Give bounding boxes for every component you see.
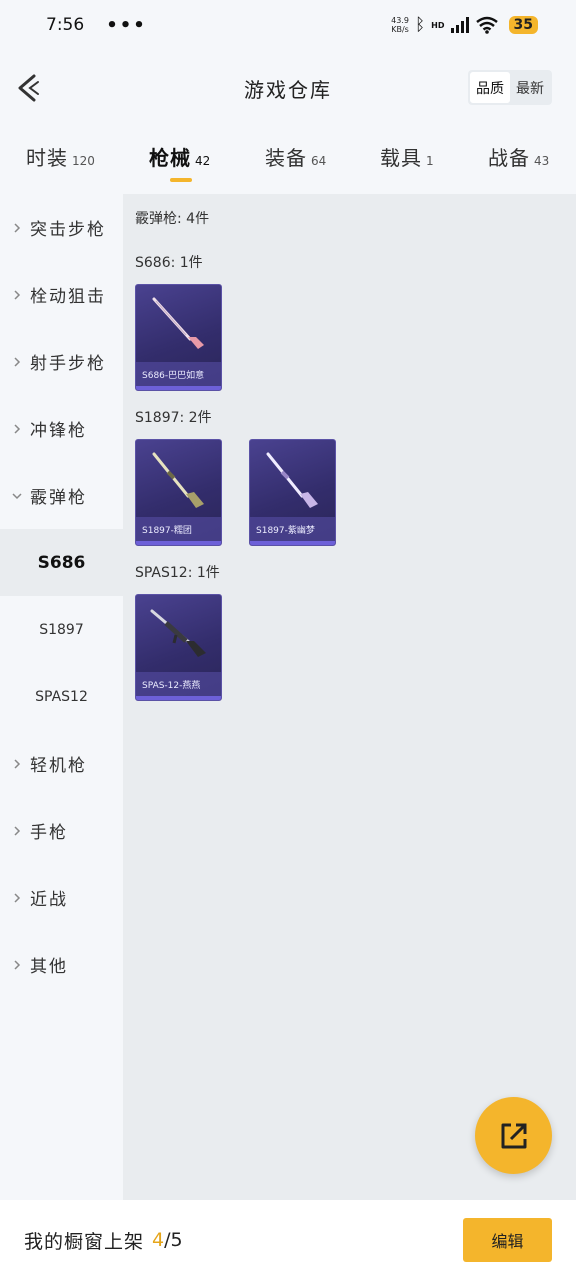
card-row: S1897-糯团 S1897-紫幽梦 — [135, 439, 576, 546]
chevron-right-icon — [14, 959, 21, 970]
sidebar-subitem-spas12[interactable]: SPAS12 — [0, 663, 123, 730]
showcase-count-current: 4 — [152, 1229, 165, 1251]
tab-label: 载具 — [380, 146, 422, 170]
tab-count: 64 — [311, 154, 327, 168]
sort-option-newest[interactable]: 最新 — [510, 72, 550, 103]
notification-dots: ••• — [106, 14, 147, 36]
sidebar-item-label: 栓动狙击 — [30, 287, 106, 307]
item-card-label: S1897-紫幽梦 — [250, 517, 335, 541]
item-card[interactable]: S686-巴巴如意 — [135, 284, 222, 391]
showcase-count: 4/5 — [152, 1229, 183, 1251]
tab-count: 120 — [72, 154, 95, 168]
tab-vehicles[interactable]: 载具 1 — [380, 142, 434, 171]
tab-firearms[interactable]: 枪械 42 — [149, 142, 210, 171]
share-button[interactable] — [475, 1097, 552, 1174]
share-icon — [501, 1123, 526, 1148]
item-card[interactable]: SPAS-12-燕燕 — [135, 594, 222, 701]
shotgun-icon — [150, 609, 206, 657]
sidebar-item-lmg[interactable]: 轻机枪 — [0, 730, 123, 797]
chevron-right-icon — [14, 892, 21, 903]
sidebar-item-shotgun[interactable]: 霰弹枪 — [0, 462, 123, 529]
sidebar-item-assault-rifle[interactable]: 突击步枪 — [0, 194, 123, 261]
item-list: 霰弹枪: 4件 S686: 1件 S686-巴巴如意 S1897: 2件 S18… — [123, 194, 576, 1200]
net-speed-unit: KB/s — [391, 25, 409, 34]
edit-button[interactable]: 编辑 — [463, 1218, 552, 1262]
tab-label: 枪械 — [149, 146, 191, 170]
sidebar-item-label: 近战 — [30, 890, 68, 910]
group-title-spas12: SPAS12: 1件 — [135, 565, 220, 581]
item-card[interactable]: S1897-紫幽梦 — [249, 439, 336, 546]
sidebar: 突击步枪 栓动狙击 射手步枪 冲锋枪 霰弹枪 S686 S1897 SPAS12… — [0, 194, 123, 1200]
bluetooth-icon: ᛒ — [414, 15, 426, 35]
sidebar-item-label: 突击步枪 — [30, 220, 106, 240]
sidebar-subitem-s686[interactable]: S686 — [0, 529, 123, 596]
status-time: 7:56 — [46, 15, 85, 35]
chevron-down-icon — [12, 492, 22, 499]
group-title-s1897: S1897: 2件 — [135, 410, 212, 426]
battery-indicator: 35 — [508, 16, 538, 34]
tab-fashion[interactable]: 时装 120 — [26, 142, 95, 171]
item-card[interactable]: S1897-糯团 — [135, 439, 222, 546]
wifi-icon — [475, 16, 498, 34]
sidebar-item-label: 射手步枪 — [30, 354, 106, 374]
active-tab-indicator — [170, 178, 192, 182]
item-card-label: SPAS-12-燕燕 — [136, 672, 221, 696]
sidebar-item-bolt-sniper[interactable]: 栓动狙击 — [0, 261, 123, 328]
sidebar-item-label: 冲锋枪 — [30, 421, 87, 441]
showcase-label: 我的橱窗上架 — [24, 1230, 145, 1253]
item-card-label: S686-巴巴如意 — [136, 362, 221, 386]
card-row: SPAS-12-燕燕 — [135, 594, 576, 701]
sidebar-item-label: 轻机枪 — [30, 756, 87, 776]
net-speed-value: 43.9 — [391, 16, 409, 25]
tab-equipment[interactable]: 装备 64 — [265, 142, 326, 171]
sort-toggle: 品质 最新 — [468, 70, 552, 105]
chevron-right-icon — [14, 289, 21, 300]
sidebar-item-label: 手枪 — [30, 823, 68, 843]
item-card-label: S1897-糯团 — [136, 517, 221, 541]
chevron-right-icon — [14, 423, 21, 434]
card-row: S686-巴巴如意 — [135, 284, 576, 391]
tab-count: 42 — [195, 154, 211, 168]
chevron-right-icon — [14, 356, 21, 367]
sidebar-item-label: 霰弹枪 — [30, 488, 87, 508]
category-tabs: 时装 120 枪械 42 装备 64 载具 1 战备 43 — [0, 138, 576, 188]
net-speed: 43.9 KB/s — [391, 16, 409, 34]
chevron-right-icon — [14, 222, 21, 233]
group-title-s686: S686: 1件 — [135, 255, 203, 271]
bottom-bar: 我的橱窗上架 4/5 编辑 — [0, 1200, 576, 1280]
showcase-count-total: /5 — [164, 1229, 183, 1251]
category-summary: 霰弹枪: 4件 — [135, 211, 210, 227]
sidebar-item-label: 其他 — [30, 957, 68, 977]
shotgun-icon — [266, 452, 318, 508]
signal-icon — [450, 17, 469, 33]
tab-label: 装备 — [265, 146, 307, 170]
sidebar-item-other[interactable]: 其他 — [0, 931, 123, 998]
sidebar-subitem-s1897[interactable]: S1897 — [0, 596, 123, 663]
tab-label: 战备 — [488, 146, 530, 170]
chevron-right-icon — [14, 825, 21, 836]
chevron-right-icon — [14, 758, 21, 769]
hd-icon: HD — [431, 20, 445, 30]
status-icons: 43.9 KB/s ᛒ HD 35 — [391, 15, 538, 35]
shotgun-icon — [152, 452, 204, 508]
tab-label: 时装 — [26, 146, 68, 170]
tab-combat-prep[interactable]: 战备 43 — [488, 142, 549, 171]
status-bar: 7:56 ••• 43.9 KB/s ᛒ HD 35 — [0, 0, 576, 50]
shotgun-icon — [152, 297, 204, 349]
tab-count: 43 — [534, 154, 550, 168]
tab-count: 1 — [426, 154, 434, 168]
sidebar-item-smg[interactable]: 冲锋枪 — [0, 395, 123, 462]
sort-option-quality[interactable]: 品质 — [470, 72, 510, 103]
sidebar-item-marksman-rifle[interactable]: 射手步枪 — [0, 328, 123, 395]
sidebar-item-pistol[interactable]: 手枪 — [0, 797, 123, 864]
sidebar-item-melee[interactable]: 近战 — [0, 864, 123, 931]
header: 游戏仓库 品质 最新 — [0, 60, 576, 116]
